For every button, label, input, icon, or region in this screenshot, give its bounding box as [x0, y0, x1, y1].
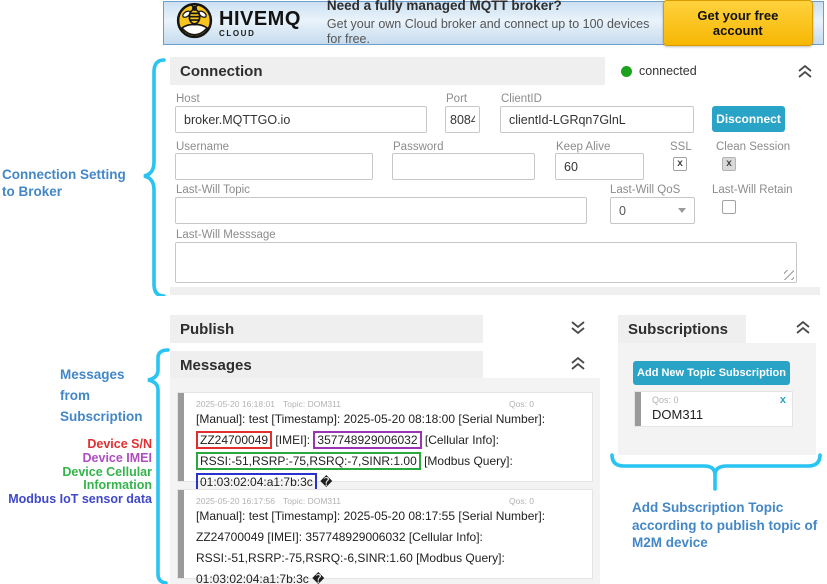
password-label: Password: [393, 141, 444, 153]
last-will-qos-select[interactable]: 0: [610, 197, 695, 224]
modbus-annotation: Modbus IoT sensor data: [0, 493, 152, 507]
add-topic-subscription-button[interactable]: Add New Topic Subscription: [633, 361, 790, 385]
message-line: [Manual]: test [Timestamp]: 2025-05-20 0…: [196, 506, 592, 527]
message-line: RSSI:-51,RSRP:-75,RSRQ:-6,SINR:1.60 [Mod…: [196, 548, 592, 569]
connection-status-label: connected: [639, 64, 697, 78]
port-input[interactable]: [445, 106, 480, 133]
message-card: 2025-05-20 16:17:56 Topic: DOM311 Qos: 0…: [178, 490, 592, 578]
imei-separator: [IMEI]:: [275, 433, 310, 447]
message-line: ZZ24700049 [IMEI]: 357748929006032 [Cell…: [196, 430, 592, 451]
ssl-checkbox[interactable]: x: [673, 157, 687, 171]
host-label: Host: [176, 93, 200, 105]
message-line: ZZ24700049 [IMEI]: 357748929006032 [Cell…: [196, 527, 592, 548]
disconnect-button[interactable]: Disconnect: [712, 106, 785, 132]
hivemq-bee-icon: [176, 2, 213, 44]
last-will-retain-label: Last-Will Retain: [712, 184, 793, 196]
device-sn-annotation: Device S/N: [0, 438, 152, 452]
last-will-message-label: Last-Will Messsage: [176, 229, 276, 241]
subscription-qos: Qos: 0: [652, 395, 679, 405]
password-input[interactable]: [392, 153, 535, 180]
connection-status: connected: [605, 57, 775, 85]
subscriptions-header: Subscriptions: [618, 315, 746, 343]
clean-session-checkbox[interactable]: x: [722, 157, 736, 171]
message-card: 2025-05-20 16:18:01 Topic: DOM311 Qos: 0…: [178, 393, 592, 481]
message-timestamp: 2025-05-20 16:17:56: [196, 496, 283, 506]
host-input[interactable]: [175, 106, 427, 133]
serial-number-value: ZZ24700049: [196, 431, 272, 449]
messages-title: Messages: [180, 357, 252, 374]
subscriptions-panel: Add New Topic Subscription Qos: 0 x DOM3…: [618, 343, 816, 455]
connection-collapse-icon[interactable]: [795, 64, 815, 79]
publish-title: Publish: [180, 321, 234, 338]
hivemq-logo: HIVEMQ CLOUD: [176, 2, 301, 44]
last-will-topic-label: Last-Will Topic: [176, 184, 250, 196]
get-free-account-button[interactable]: Get your free account: [663, 0, 813, 46]
message-line: [Manual]: test [Timestamp]: 2025-05-20 0…: [196, 409, 592, 430]
clientid-label: ClientID: [501, 93, 542, 105]
subscriptions-title: Subscriptions: [628, 321, 728, 338]
connection-title: Connection: [180, 63, 263, 80]
device-imei-annotation: Device IMEI: [0, 452, 152, 466]
message-line: RSSI:-51,RSRP:-75,RSRQ:-7,SINR:1.00 [Mod…: [196, 451, 592, 472]
username-label: Username: [176, 141, 229, 153]
publish-header: Publish: [170, 315, 483, 343]
last-will-topic-input[interactable]: [175, 197, 587, 224]
port-label: Port: [446, 93, 467, 105]
connection-brace-icon: [142, 58, 168, 301]
hivemq-brand-text: HIVEMQ: [219, 9, 301, 29]
message-line: 01:03:02:04:a1:7b:3c �: [196, 569, 592, 584]
dropdown-arrow-icon: [678, 208, 686, 213]
imei-value: 357748929006032: [313, 431, 421, 449]
device-cellular-annotation: Device Cellular Information: [0, 466, 152, 494]
ssl-label: SSL: [670, 141, 692, 153]
publish-expand-icon[interactable]: [568, 320, 588, 335]
mqtt-websocket-client-screen: HIVEMQ CLOUD Need a fully managed MQTT b…: [0, 0, 827, 584]
modbus-separator: [Modbus Query]:: [424, 454, 513, 468]
last-will-retain-checkbox[interactable]: [722, 200, 736, 214]
clean-session-label: Clean Session: [716, 141, 790, 153]
message-topic: Topic: DOM311: [283, 496, 509, 506]
last-will-qos-value: 0: [619, 204, 626, 218]
hivemq-ad-banner: HIVEMQ CLOUD Need a fully managed MQTT b…: [163, 1, 824, 45]
message-tail: �: [320, 475, 332, 489]
clientid-input[interactable]: [500, 106, 694, 133]
username-input[interactable]: [175, 153, 373, 180]
message-qos: Qos: 0: [509, 496, 534, 506]
subscription-annotation: Add Subscription Topic according to publ…: [632, 499, 822, 552]
keepalive-label: Keep Alive: [556, 141, 610, 153]
message-qos: Qos: 0: [509, 399, 534, 409]
banner-subline: Get your own Cloud broker and connect up…: [327, 17, 663, 48]
banner-headline: Need a fully managed MQTT broker?: [327, 0, 663, 15]
connection-section: Connection connected Host Port ClientID …: [170, 57, 820, 295]
remove-subscription-button[interactable]: x: [780, 395, 786, 405]
message-timestamp: 2025-05-20 16:18:01: [196, 399, 283, 409]
subscription-brace-icon: [610, 453, 822, 502]
last-will-message-textarea[interactable]: [175, 242, 797, 283]
messages-header: Messages: [170, 351, 483, 379]
messages-collapse-icon[interactable]: [568, 356, 588, 371]
modbus-query-value: 01:03:02:04:a1:7b:3c: [196, 473, 317, 491]
message-topic: Topic: DOM311: [283, 399, 509, 409]
hivemq-cloud-text: CLOUD: [219, 30, 301, 38]
keepalive-input[interactable]: [555, 153, 644, 180]
cellular-info-value: RSSI:-51,RSRP:-75,RSRQ:-7,SINR:1.00: [196, 452, 421, 470]
subscriptions-collapse-icon[interactable]: [793, 320, 813, 335]
connection-annotation: Connection Setting to Broker: [2, 166, 152, 200]
connection-footer-bar: [170, 287, 820, 295]
messages-list: 2025-05-20 16:18:01 Topic: DOM311 Qos: 0…: [170, 378, 600, 584]
connected-dot-icon: [621, 66, 632, 77]
textarea-resize-grip-icon[interactable]: [784, 270, 794, 280]
subscription-item: Qos: 0 x DOM311: [635, 392, 792, 426]
connection-header: Connection: [170, 57, 605, 85]
subscription-topic: DOM311: [652, 407, 786, 422]
cellular-separator: [Cellular Info]:: [425, 433, 499, 447]
last-will-qos-label: Last-Will QoS: [610, 184, 680, 196]
